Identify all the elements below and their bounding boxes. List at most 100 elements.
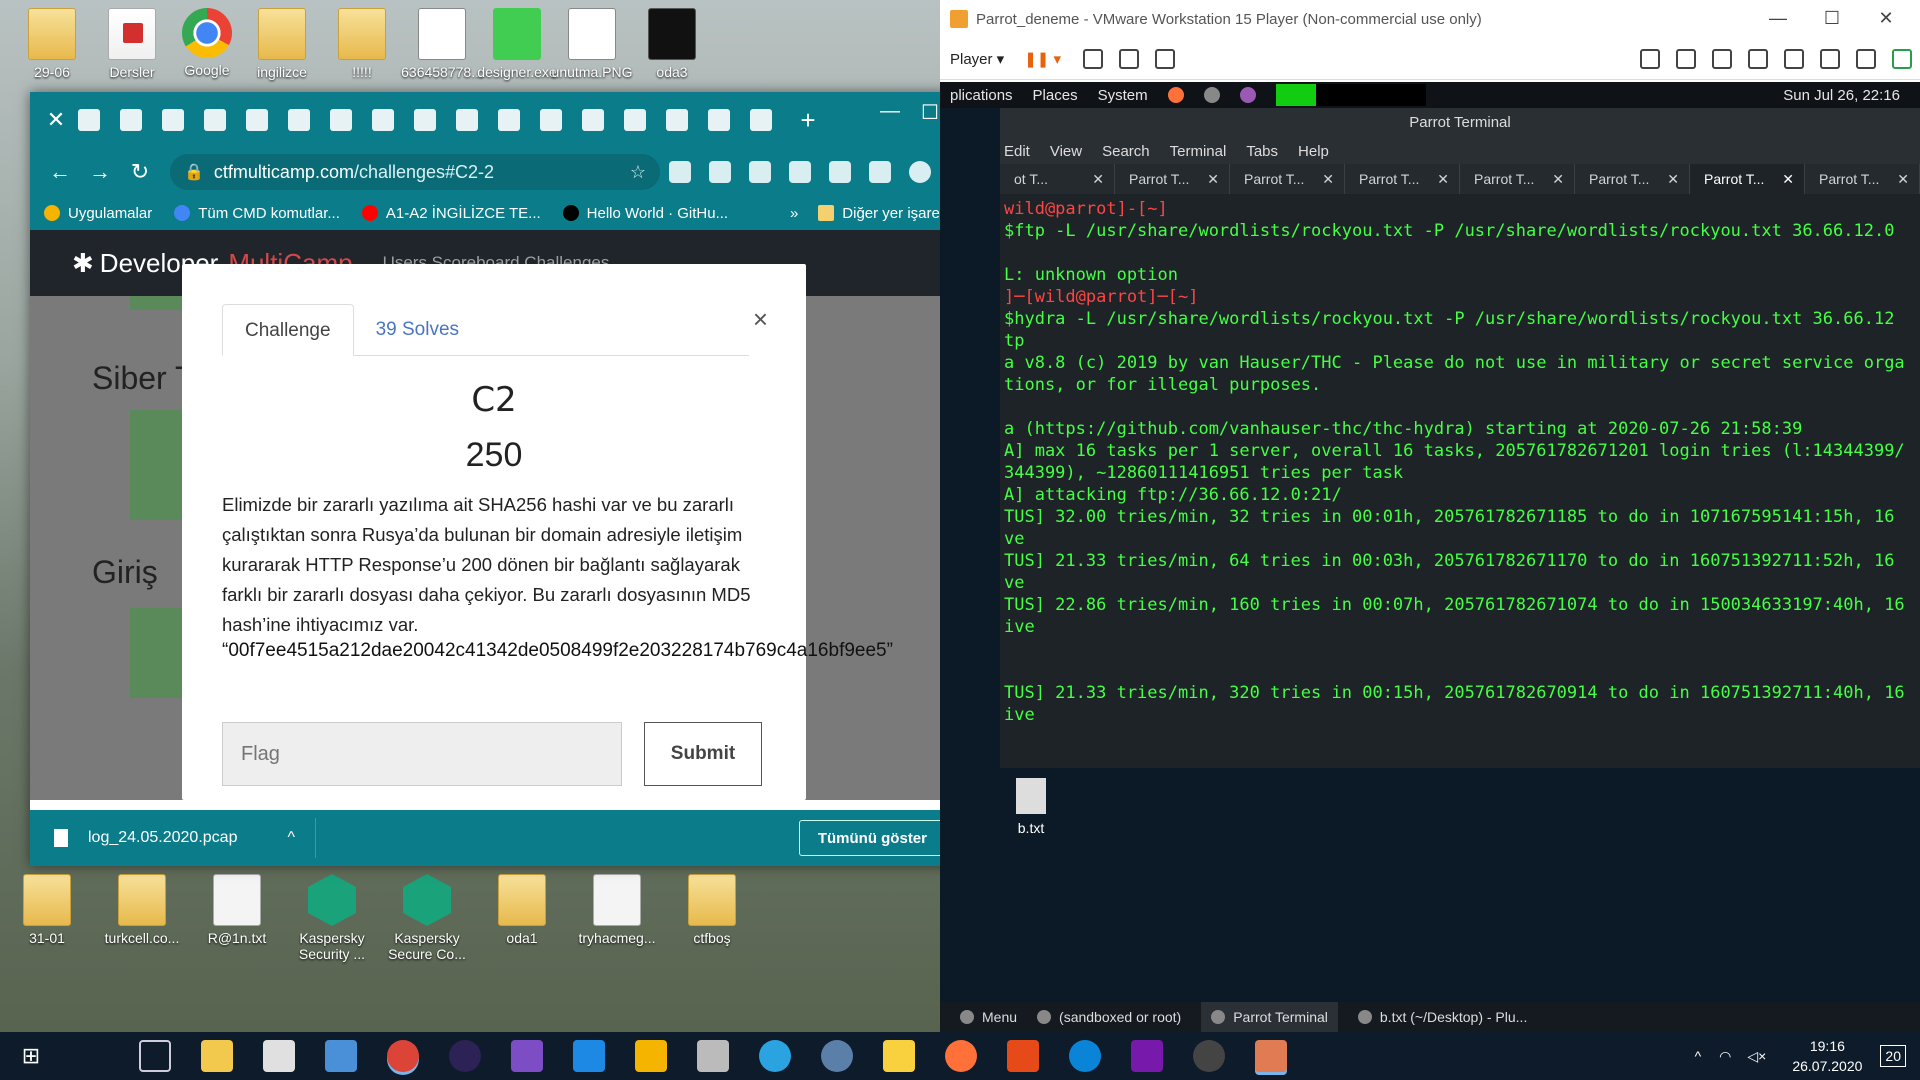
device-icon[interactable] <box>1748 48 1768 69</box>
desktop-icon[interactable]: oda1 <box>480 874 564 946</box>
desktop-icon[interactable]: Dersler <box>90 8 174 80</box>
close-icon[interactable]: ✕ <box>1667 164 1679 194</box>
device-icon[interactable] <box>1856 48 1876 69</box>
player-menu[interactable]: Player ▾ <box>950 50 1004 68</box>
device-icon[interactable] <box>1640 48 1660 69</box>
close-window-button[interactable]: ✕ <box>1866 8 1906 29</box>
eclipse-icon[interactable] <box>449 1040 481 1072</box>
terminal-tab[interactable]: Parrot T... ✕ <box>1575 164 1690 194</box>
tab-favicon[interactable] <box>708 109 730 131</box>
desktop-icon[interactable]: oda3 <box>630 8 714 80</box>
terminal-tab[interactable]: Parrot T... ✕ <box>1345 164 1460 194</box>
edge-icon[interactable] <box>1069 1040 1101 1072</box>
challenge-button[interactable] <box>130 608 190 698</box>
tab-favicon[interactable] <box>456 109 478 131</box>
tab-challenge[interactable]: Challenge <box>222 304 354 356</box>
challenge-button[interactable] <box>130 296 190 310</box>
wifi-icon[interactable]: ◠ <box>1719 1048 1731 1065</box>
tab-favicon[interactable] <box>204 109 226 131</box>
tab-favicon[interactable] <box>624 109 646 131</box>
volume-icon[interactable]: ◁× <box>1747 1048 1766 1065</box>
extension-icon[interactable] <box>749 161 771 183</box>
telegram-icon[interactable] <box>759 1040 791 1072</box>
terminal-tab[interactable]: Parrot T... ✕ <box>1460 164 1575 194</box>
extensions-puzzle-icon[interactable] <box>869 161 891 183</box>
tab-favicon[interactable] <box>120 109 142 131</box>
device-icon[interactable] <box>1820 48 1840 69</box>
editor-launcher-icon[interactable] <box>1239 87 1256 103</box>
guest-panel-item[interactable]: (sandboxed or root) <box>1037 1009 1181 1025</box>
sticky-notes-icon[interactable] <box>883 1040 915 1072</box>
back-button[interactable]: ← <box>40 159 80 185</box>
guest-panel-item[interactable]: Menu <box>960 1009 1017 1025</box>
device-icon[interactable] <box>1784 48 1804 69</box>
extension-icon[interactable] <box>669 161 691 183</box>
guest-menu-applications[interactable]: plications <box>950 87 1013 104</box>
close-icon[interactable]: ✕ <box>1322 164 1334 194</box>
desktop-icon[interactable]: 29-06 <box>10 8 94 80</box>
terminal-menu-item[interactable]: View <box>1050 143 1082 160</box>
tab-solves[interactable]: 39 Solves <box>354 304 481 355</box>
download-item[interactable]: log_24.05.2020.pcap ^ <box>30 818 316 858</box>
notification-center[interactable]: 20 <box>1880 1045 1906 1067</box>
tab-favicon[interactable] <box>78 109 100 131</box>
profile-avatar-icon[interactable] <box>909 161 931 183</box>
terminal-menu-item[interactable]: Edit <box>1004 143 1030 160</box>
extension-icon[interactable] <box>789 161 811 183</box>
forward-button[interactable]: → <box>80 159 120 185</box>
chevron-up-icon[interactable]: ^ <box>1695 1048 1702 1064</box>
tab-favicon[interactable] <box>246 109 268 131</box>
terminal-launcher-icon[interactable] <box>1203 87 1220 103</box>
close-icon[interactable]: ✕ <box>1897 164 1909 194</box>
desktop-icon[interactable]: 31-01 <box>5 874 89 946</box>
bookmark-star-icon[interactable]: ☆ <box>630 162 646 183</box>
challenge-button[interactable] <box>130 410 190 520</box>
chrome-taskbar-icon[interactable] <box>387 1040 419 1072</box>
visual-studio-icon[interactable] <box>511 1040 543 1072</box>
desktop-icon[interactable]: Kaspersky Secure Co... <box>385 874 469 962</box>
close-icon[interactable]: ✕ <box>1552 164 1564 194</box>
desktop-icon[interactable]: turkcell.co... <box>100 874 184 946</box>
close-icon[interactable]: ✕ <box>1437 164 1449 194</box>
vmware-taskbar-icon[interactable] <box>1255 1040 1287 1072</box>
tab-favicon[interactable] <box>288 109 310 131</box>
terminal-tab[interactable]: ot T... ✕ <box>1000 164 1115 194</box>
submit-button[interactable]: Submit <box>644 722 762 786</box>
task-view-icon[interactable] <box>139 1040 171 1072</box>
tab-favicon[interactable] <box>582 109 604 131</box>
search-icon[interactable] <box>77 1040 109 1072</box>
guest-panel-item[interactable]: b.txt (~/Desktop) - Plu... <box>1357 1009 1527 1025</box>
desktop-icon[interactable]: !!!!! <box>320 8 404 80</box>
desktop-file-b-txt[interactable]: b.txt <box>1006 778 1056 836</box>
bookmark-item[interactable]: Tüm CMD komutlar... <box>174 205 340 222</box>
minimize-button[interactable]: — <box>870 100 910 123</box>
minimize-button[interactable]: — <box>1758 8 1798 29</box>
terminal-tab[interactable]: Parrot T... ✕ <box>1230 164 1345 194</box>
flag-input[interactable] <box>222 722 622 786</box>
close-icon[interactable]: ✕ <box>1207 164 1219 194</box>
bookmark-item[interactable]: Hello World · GitHu... <box>562 205 728 222</box>
start-button-icon[interactable]: ⊞ <box>15 1040 47 1072</box>
guest-menu-places[interactable]: Places <box>1033 87 1078 104</box>
new-tab-button[interactable]: + <box>796 105 820 136</box>
app-icon[interactable] <box>635 1040 667 1072</box>
virtualbox-icon[interactable] <box>697 1040 729 1072</box>
terminal-tab[interactable]: Parrot T... ✕ <box>1115 164 1230 194</box>
desktop-icon[interactable]: tryhacmeg... <box>575 874 659 946</box>
close-icon[interactable]: ✕ <box>1782 164 1794 194</box>
bookmark-item[interactable]: Uygulamalar <box>44 205 152 222</box>
terminal-menu-item[interactable]: Search <box>1102 143 1150 160</box>
tab-favicon[interactable] <box>540 109 562 131</box>
chevron-up-icon[interactable]: ^ <box>287 829 295 847</box>
desktop-icon[interactable]: unutma.PNG <box>550 8 634 80</box>
guest-panel-item[interactable]: Parrot Terminal <box>1201 1002 1338 1032</box>
desktop-icon[interactable]: R@1n.txt <box>195 874 279 946</box>
store-icon[interactable] <box>263 1040 295 1072</box>
desktop-icon[interactable]: Google <box>165 8 249 78</box>
guest-menu-system[interactable]: System <box>1098 87 1148 104</box>
mail-icon[interactable] <box>325 1040 357 1072</box>
terminal-tab[interactable]: Parrot T... ✕ <box>1805 164 1920 194</box>
tab-favicon[interactable] <box>750 109 772 131</box>
more-bookmarks-icon[interactable]: » <box>790 205 798 222</box>
device-icon[interactable] <box>1676 48 1696 69</box>
